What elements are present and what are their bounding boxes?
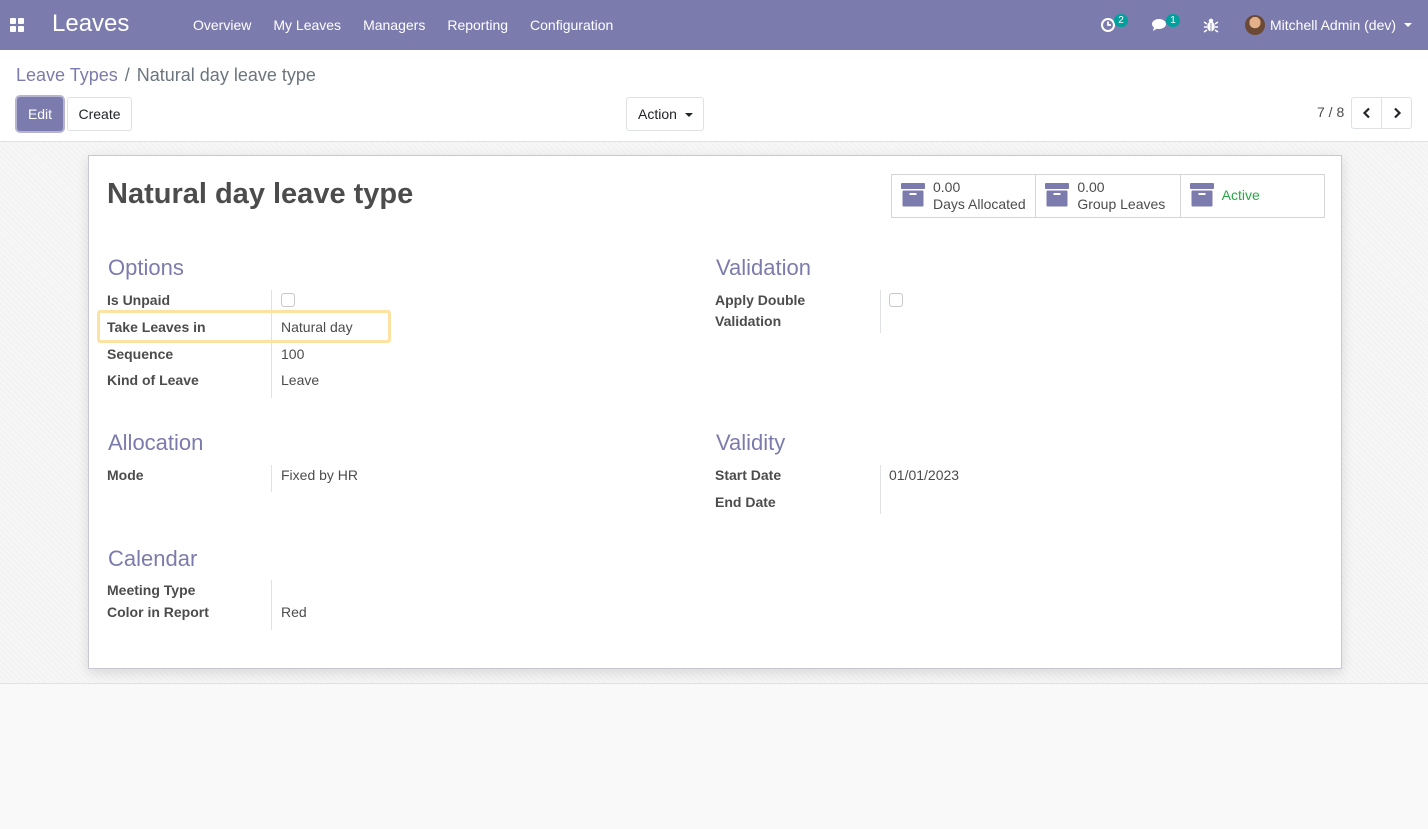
user-avatar: [1245, 15, 1265, 35]
apply-double-validation-label-line1: Apply Double: [715, 292, 806, 308]
kind-of-leave-value: Leave: [281, 372, 320, 388]
kind-of-leave-label: Kind of Leave: [107, 372, 199, 388]
apply-double-validation-label: Apply Double Validation: [715, 290, 805, 332]
allocation-separator: [271, 465, 272, 492]
breadcrumb: Leave Types / Natural day leave type: [16, 65, 316, 86]
allocation-section-title: Allocation: [108, 430, 204, 455]
group-leaves-label: Group Leaves: [1077, 196, 1166, 212]
sequence-value: 100: [281, 346, 305, 362]
user-menu-caret-icon: [1404, 23, 1413, 27]
validity-separator: [880, 465, 881, 514]
menu-my-leaves[interactable]: My Leaves: [262, 0, 352, 50]
validation-section-title: Validation: [716, 255, 811, 280]
messages-badge: 1: [1166, 14, 1180, 27]
edit-button[interactable]: Edit: [17, 97, 63, 131]
pager-next-button[interactable]: [1381, 97, 1412, 129]
breadcrumb-leave-types[interactable]: Leave Types: [16, 65, 118, 86]
menu-managers[interactable]: Managers: [352, 0, 436, 50]
pager-previous-button[interactable]: [1351, 97, 1382, 129]
options-separator: [271, 290, 272, 398]
calendar-separator: [271, 580, 272, 630]
meeting-type-label: Meeting Type: [107, 582, 196, 598]
mode-value: Fixed by HR: [281, 467, 359, 483]
apply-double-validation-label-line2: Validation: [715, 313, 782, 329]
take-leaves-in-value: Natural day: [281, 319, 353, 335]
group-leaves-value: 0.00: [1077, 179, 1105, 195]
archive-box-icon: [1189, 183, 1214, 207]
days-allocated-value: 0.00: [933, 179, 961, 195]
menu-configuration[interactable]: Configuration: [519, 0, 624, 50]
record-title: Natural day leave type: [107, 178, 414, 210]
days-allocated-label: Days Allocated: [933, 196, 1026, 212]
take-leaves-in-label: Take Leaves in: [107, 319, 206, 335]
calendar-section-title: Calendar: [108, 546, 198, 571]
color-in-report-label: Color in Report: [107, 604, 209, 620]
days-allocated-button[interactable]: 0.00 Days Allocated: [892, 175, 1037, 217]
control-panel: Leave Types / Natural day leave type Edi…: [0, 50, 1428, 142]
color-in-report-value: Red: [281, 604, 307, 620]
active-toggle-button[interactable]: Active: [1181, 175, 1324, 217]
is-unpaid-label: Is Unpaid: [107, 292, 171, 308]
group-leaves-button[interactable]: 0.00 Group Leaves: [1036, 175, 1181, 217]
menu-overview[interactable]: Overview: [182, 0, 262, 50]
activity-badge: 2: [1114, 14, 1128, 27]
validity-section-title: Validity: [716, 430, 786, 455]
chevron-right-icon: [1393, 107, 1401, 119]
chevron-left-icon: [1362, 107, 1370, 119]
validation-separator: [880, 290, 881, 333]
end-date-label: End Date: [715, 494, 776, 510]
sequence-label: Sequence: [107, 346, 174, 362]
pager-value[interactable]: 7 / 8: [1317, 104, 1344, 120]
is-unpaid-checkbox[interactable]: [281, 293, 295, 307]
apply-double-validation-checkbox[interactable]: [889, 293, 903, 307]
main-menu: Overview My Leaves Managers Reporting Co…: [182, 0, 624, 50]
app-title[interactable]: Leaves: [52, 10, 129, 38]
start-date-label: Start Date: [715, 467, 782, 483]
action-caret-icon: [684, 113, 693, 118]
action-dropdown-button[interactable]: Action: [626, 97, 704, 131]
form-sheet: Natural day leave type 0.00 Days Allocat…: [88, 155, 1342, 669]
mode-label: Mode: [107, 467, 144, 483]
debug-bug-icon[interactable]: [1202, 16, 1220, 34]
breadcrumb-current: Natural day leave type: [136, 65, 316, 85]
action-button-label: Action: [638, 106, 677, 122]
smart-button-box: 0.00 Days Allocated 0.00 Group Leaves Ac…: [891, 174, 1325, 218]
user-name: Mitchell Admin (dev): [1270, 17, 1397, 33]
start-date-value: 01/01/2023: [889, 467, 960, 483]
active-status-label: Active: [1221, 187, 1260, 203]
top-navbar: Leaves Overview My Leaves Managers Repor…: [0, 0, 1428, 50]
apps-menu-icon[interactable]: [10, 18, 24, 32]
archive-box-icon: [1045, 183, 1070, 207]
archive-box-icon: [901, 183, 925, 207]
breadcrumb-separator: /: [124, 65, 130, 85]
menu-reporting[interactable]: Reporting: [436, 0, 519, 50]
user-menu[interactable]: Mitchell Admin (dev): [1245, 14, 1413, 36]
options-section-title: Options: [108, 255, 184, 280]
create-button[interactable]: Create: [67, 97, 132, 131]
